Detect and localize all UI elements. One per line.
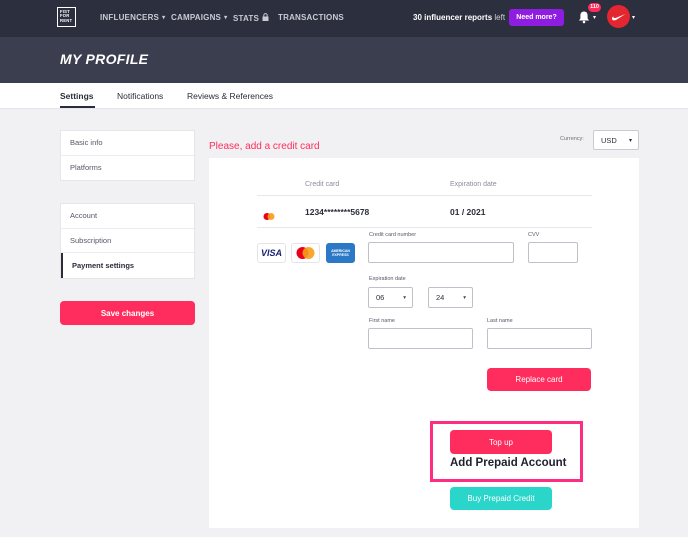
exp-month-value: 06 [376, 293, 385, 302]
saved-card-number: 1234********5678 [305, 207, 370, 217]
nav-campaigns-label: CAMPAIGNS [171, 13, 222, 22]
expiration-label: Expiration date [369, 276, 406, 282]
chevron-down-icon: ▾ [403, 295, 406, 301]
nav-transactions[interactable]: TRANSACTIONS [278, 13, 344, 22]
divider [257, 195, 592, 196]
nav-campaigns[interactable]: CAMPAIGNS ▾ [171, 13, 227, 22]
sidebar-item-subscription[interactable]: Subscription [61, 229, 194, 253]
reports-remaining: 30 influencer reports left [413, 13, 505, 22]
tab-settings[interactable]: Settings [60, 91, 94, 101]
chevron-down-icon: ▾ [162, 15, 166, 21]
visa-icon: VISA [257, 243, 286, 263]
last-name-input[interactable] [487, 328, 592, 349]
sidebar-item-basic-info[interactable]: Basic info [61, 131, 194, 156]
notification-badge: 110 [588, 3, 601, 12]
page-title: MY PROFILE [60, 51, 149, 67]
first-name-label: First name [369, 318, 395, 324]
exp-year-select[interactable]: 24 ▾ [428, 287, 473, 308]
currency-value: USD [601, 135, 617, 145]
exp-month-select[interactable]: 06 ▾ [368, 287, 413, 308]
tab-reviews-references[interactable]: Reviews & References [187, 91, 273, 101]
sidebar-group-account: Account Subscription Payment settings [60, 203, 195, 279]
buy-prepaid-credit-button[interactable]: Buy Prepaid Credit [450, 487, 552, 510]
replace-card-button[interactable]: Replace card [487, 368, 591, 391]
chevron-down-icon: ▾ [463, 295, 466, 301]
amex-icon: AMERICAN EXPRESS [326, 243, 355, 263]
prepaid-account-title: Add Prepaid Account [450, 457, 567, 469]
first-name-input[interactable] [368, 328, 473, 349]
nike-swoosh-icon [612, 13, 626, 20]
reports-count: 30 influencer reports [413, 13, 493, 22]
tab-notifications[interactable]: Notifications [117, 91, 163, 101]
brand-logo[interactable]: FIST FOR RENT [57, 7, 76, 27]
mastercard-icon [291, 243, 320, 263]
lock-icon [262, 13, 269, 23]
cvv-input[interactable] [528, 242, 578, 263]
tab-bar [0, 83, 688, 109]
column-expiration-date: Expiration date [450, 181, 497, 188]
cc-number-label: Credit card number [369, 232, 417, 238]
top-up-button[interactable]: Top up [450, 430, 552, 454]
chevron-down-icon: ▾ [628, 138, 632, 144]
saved-card-expiration: 01 / 2021 [450, 207, 486, 217]
nav-stats-label: STATS [233, 13, 260, 23]
currency-label: Currency: [560, 136, 584, 142]
cc-number-input[interactable] [368, 242, 514, 263]
divider [257, 227, 592, 228]
nav-stats[interactable]: STATS [233, 13, 269, 23]
nav-influencers-label: INFLUENCERS [100, 13, 160, 22]
mastercard-icon [262, 208, 276, 220]
avatar[interactable] [607, 5, 630, 28]
nav-influencers[interactable]: INFLUENCERS ▾ [100, 13, 165, 22]
add-card-prompt: Please, add a credit card [209, 141, 320, 152]
exp-year-value: 24 [436, 293, 445, 302]
last-name-label: Last name [487, 318, 513, 324]
active-tab-indicator [60, 106, 95, 108]
need-more-button[interactable]: Need more? [509, 9, 564, 26]
reports-suffix: left [494, 13, 506, 22]
sidebar-item-account[interactable]: Account [61, 204, 194, 229]
save-changes-button[interactable]: Save changes [60, 301, 195, 325]
nav-transactions-label: TRANSACTIONS [278, 13, 344, 22]
cvv-label: CVV [528, 232, 540, 238]
bell-icon[interactable] [577, 10, 591, 24]
chevron-down-icon[interactable]: ▾ [632, 14, 635, 21]
sidebar-item-platforms[interactable]: Platforms [61, 156, 194, 181]
sidebar-item-payment-settings[interactable]: Payment settings [61, 253, 194, 278]
chevron-down-icon: ▾ [224, 15, 228, 21]
chevron-down-icon[interactable]: ▾ [593, 14, 596, 21]
column-credit-card: Credit card [305, 181, 340, 188]
currency-select[interactable]: USD ▾ [593, 130, 639, 150]
sidebar-group-profile: Basic info Platforms [60, 130, 195, 181]
